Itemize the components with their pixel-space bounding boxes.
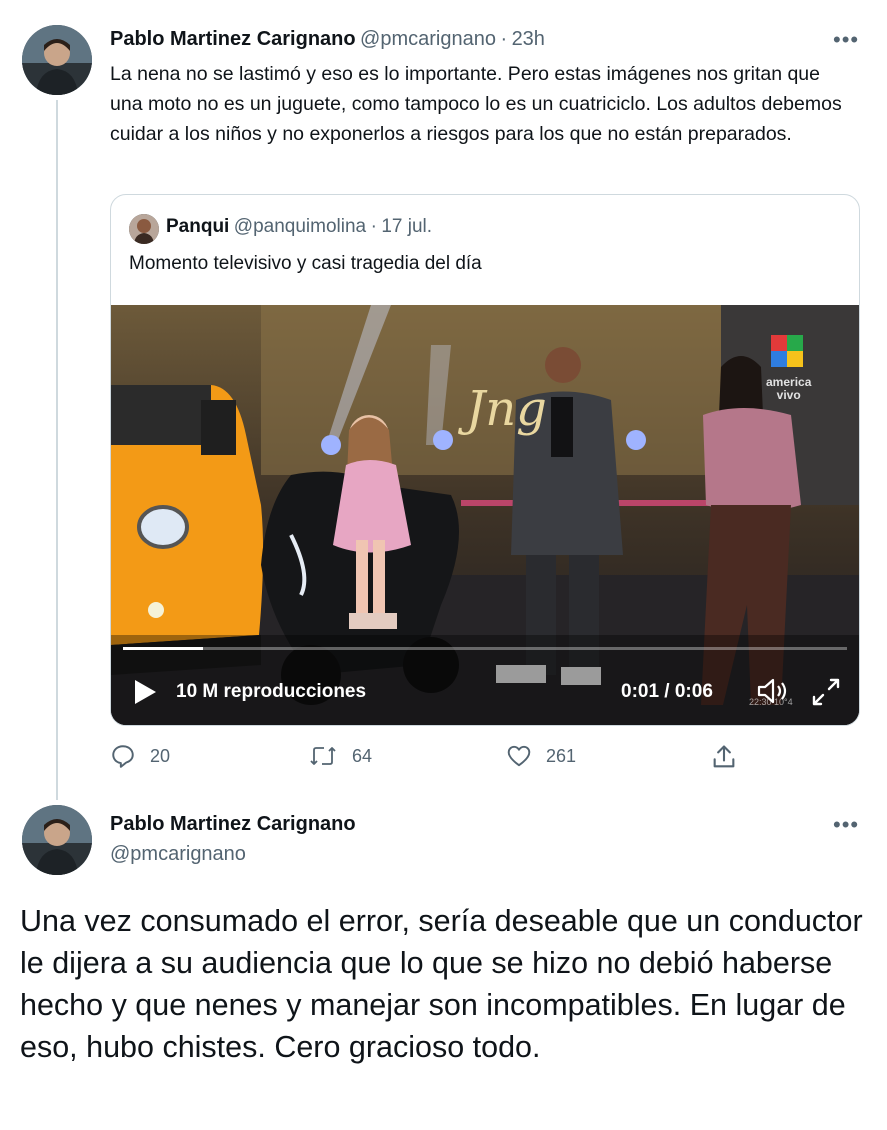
like-count: 261: [546, 745, 577, 766]
video-view-count: 10 M reproducciones: [176, 681, 367, 702]
author-handle[interactable]: @pmcarignano: [360, 28, 496, 50]
tweet-header: Pablo Martinez Carignano @pmcarignano · …: [110, 28, 545, 51]
author-handle-2[interactable]: @pmcarignano: [110, 843, 246, 866]
quote-author-handle: @panquimolina: [233, 216, 367, 237]
reply-button[interactable]: 20: [110, 743, 170, 769]
quote-text: Momento televisivo y casi tragedia del d…: [129, 253, 482, 274]
retweet-button[interactable]: 64: [308, 743, 372, 769]
heart-icon: [507, 745, 531, 767]
video-progress-fill: [123, 647, 203, 650]
reply-count: 20: [150, 745, 171, 766]
author-avatar[interactable]: [22, 25, 92, 95]
author-avatar-2[interactable]: [22, 805, 92, 875]
retweet-count: 64: [352, 745, 373, 766]
video-frame: Jng: [111, 305, 859, 725]
share-button[interactable]: [710, 743, 752, 771]
tweet-timestamp[interactable]: 23h: [512, 28, 545, 50]
quote-timestamp: 17 jul.: [381, 216, 433, 237]
more-options-icon-2[interactable]: •••: [833, 814, 859, 836]
more-options-icon[interactable]: •••: [833, 29, 859, 51]
author-name[interactable]: Pablo Martinez Carignano: [110, 28, 356, 50]
quote-header-separator: ·: [370, 216, 377, 237]
channel-label-line2: vivo: [776, 388, 801, 402]
reply-icon: [112, 745, 134, 768]
play-icon[interactable]: [133, 679, 157, 710]
quote-author-name: Panqui: [166, 216, 230, 237]
retweet-icon: [310, 747, 336, 765]
header-separator: ·: [500, 28, 508, 50]
volume-muted-icon[interactable]: [756, 677, 790, 710]
show-logo-text: Jng: [457, 381, 547, 437]
tweet-text: La nena no se lastimó y eso es lo import…: [110, 63, 842, 145]
quote-header: Panqui @panquimolina · 17 jul.: [166, 216, 432, 238]
author-name-2[interactable]: Pablo Martinez Carignano: [110, 813, 356, 836]
video-progress-track[interactable]: [123, 647, 847, 650]
share-icon: [713, 745, 735, 768]
fullscreen-icon[interactable]: [811, 677, 841, 712]
video-player[interactable]: Jng america vivo 22:30 10°4 10 M reprodu…: [111, 305, 859, 725]
main-tweet-text: Una vez consumado el error, sería deseab…: [20, 904, 863, 1064]
thread-connector-line: [56, 100, 58, 800]
channel-label: america vivo: [766, 376, 811, 402]
quoted-tweet[interactable]: Panqui @panquimolina · 17 jul. Momento t…: [110, 194, 860, 726]
quote-author-avatar: [129, 214, 159, 244]
video-time: 0:01 / 0:06: [621, 681, 713, 702]
like-button[interactable]: 261: [506, 743, 576, 769]
